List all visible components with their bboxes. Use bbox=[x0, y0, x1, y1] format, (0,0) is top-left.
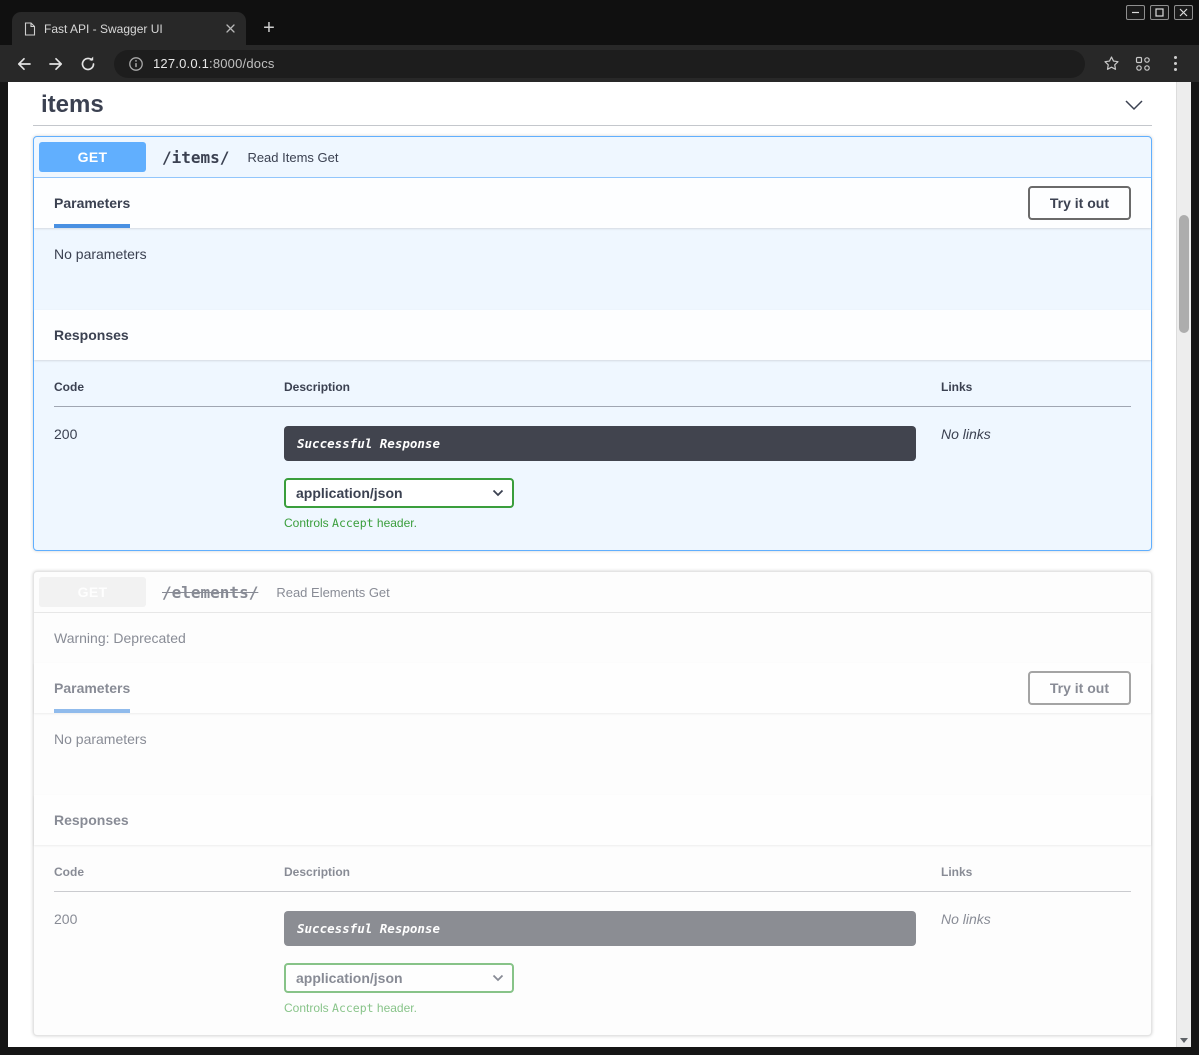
tab-groups-button[interactable] bbox=[1129, 50, 1157, 78]
tab-parameters[interactable]: Parameters bbox=[54, 178, 130, 228]
responses-title: Responses bbox=[54, 812, 129, 828]
http-method-badge: GET bbox=[39, 142, 146, 172]
column-header-code: Code bbox=[54, 380, 284, 407]
response-description: Successful Response bbox=[284, 426, 916, 461]
response-description: Successful Response bbox=[284, 911, 916, 946]
response-code: 200 bbox=[54, 407, 284, 531]
tab-groups-icon bbox=[1135, 56, 1151, 72]
operation-path: /elements/ bbox=[162, 583, 258, 602]
responses-header: Responses bbox=[34, 310, 1151, 360]
bookmark-button[interactable] bbox=[1097, 50, 1125, 78]
response-links: No links bbox=[941, 407, 1131, 531]
no-parameters-text: No parameters bbox=[34, 228, 1151, 310]
navbar: 127.0.0.1:8000/docs bbox=[0, 45, 1199, 82]
responses-body: Code Description Links 200 Successful Re… bbox=[34, 845, 1151, 1035]
column-header-description: Description bbox=[284, 380, 941, 407]
scrollbar-thumb[interactable] bbox=[1179, 215, 1189, 333]
operation-summary[interactable]: GET /elements/ Read Elements Get bbox=[34, 572, 1151, 613]
browser-menu-button[interactable] bbox=[1161, 50, 1189, 78]
scrollbar-down-button[interactable] bbox=[1177, 1033, 1191, 1047]
browser-tab[interactable]: Fast API - Swagger UI bbox=[12, 12, 246, 45]
response-row: 200 Successful Response application/json… bbox=[54, 892, 1131, 1016]
close-button[interactable] bbox=[1174, 5, 1193, 20]
column-header-links: Links bbox=[941, 380, 1131, 407]
accept-header-note: Controls Accept header. bbox=[284, 1001, 514, 1015]
opblock-get-items: GET /items/ Read Items Get Parameters Tr… bbox=[33, 136, 1152, 551]
chevron-down-icon bbox=[1122, 93, 1146, 117]
url-text: 127.0.0.1:8000/docs bbox=[153, 56, 275, 71]
back-button[interactable] bbox=[10, 50, 38, 78]
kebab-menu-icon bbox=[1170, 56, 1181, 71]
site-info-icon[interactable] bbox=[128, 56, 144, 72]
deprecated-warning: Warning: Deprecated bbox=[34, 613, 1151, 663]
responses-body: Code Description Links 200 Successful Re… bbox=[34, 360, 1151, 550]
forward-icon bbox=[47, 55, 65, 73]
address-bar[interactable]: 127.0.0.1:8000/docs bbox=[114, 50, 1085, 78]
accept-header-note: Controls Accept header. bbox=[284, 516, 514, 530]
media-type-select[interactable]: application/json bbox=[284, 478, 514, 508]
responses-header: Responses bbox=[34, 795, 1151, 845]
page-scrollbar[interactable] bbox=[1176, 82, 1191, 1047]
section-collapse-button[interactable] bbox=[1122, 93, 1146, 117]
responses-title: Responses bbox=[54, 327, 129, 343]
chevron-down-icon bbox=[492, 489, 504, 497]
no-parameters-text: No parameters bbox=[34, 713, 1151, 795]
swagger-page: items GET /items/ Read Items Get Paramet… bbox=[8, 82, 1176, 1047]
maximize-button[interactable] bbox=[1150, 5, 1169, 20]
tab-close-icon[interactable] bbox=[222, 21, 238, 37]
page-viewport: items GET /items/ Read Items Get Paramet… bbox=[8, 82, 1191, 1047]
media-type-select[interactable]: application/json bbox=[284, 963, 514, 993]
http-method-badge: GET bbox=[39, 577, 146, 607]
column-header-links: Links bbox=[941, 865, 1131, 892]
refresh-button[interactable] bbox=[74, 50, 102, 78]
response-code: 200 bbox=[54, 892, 284, 1016]
new-tab-button[interactable]: + bbox=[254, 13, 284, 43]
arrow-down-icon bbox=[1180, 1038, 1188, 1043]
try-it-out-button[interactable]: Try it out bbox=[1028, 186, 1131, 220]
tabstrip: Fast API - Swagger UI + bbox=[12, 12, 284, 45]
browser-window: Fast API - Swagger UI + bbox=[0, 0, 1199, 1055]
opblock-get-elements-deprecated: GET /elements/ Read Elements Get Warning… bbox=[33, 571, 1152, 1036]
tag-section-header[interactable]: items bbox=[33, 82, 1152, 126]
try-it-out-button[interactable]: Try it out bbox=[1028, 671, 1131, 705]
operation-path: /items/ bbox=[162, 148, 229, 167]
titlebar: Fast API - Swagger UI + bbox=[0, 0, 1199, 45]
operation-summary[interactable]: GET /items/ Read Items Get bbox=[34, 137, 1151, 178]
media-type-control: application/json Controls Accept header. bbox=[284, 963, 514, 1015]
operation-description: Read Elements Get bbox=[276, 585, 389, 600]
response-links: No links bbox=[941, 892, 1131, 1016]
section-title: items bbox=[41, 91, 104, 119]
back-icon bbox=[15, 55, 33, 73]
tab-title: Fast API - Swagger UI bbox=[44, 22, 214, 36]
window-controls bbox=[1126, 5, 1193, 20]
operation-description: Read Items Get bbox=[247, 150, 338, 165]
media-type-control: application/json Controls Accept header. bbox=[284, 478, 514, 530]
chevron-down-icon bbox=[492, 974, 504, 982]
document-icon bbox=[24, 22, 36, 36]
refresh-icon bbox=[79, 55, 97, 73]
parameters-header: Parameters Try it out bbox=[34, 178, 1151, 228]
column-header-code: Code bbox=[54, 865, 284, 892]
star-icon bbox=[1103, 55, 1120, 72]
forward-button[interactable] bbox=[42, 50, 70, 78]
response-row: 200 Successful Response application/json… bbox=[54, 407, 1131, 531]
minimize-button[interactable] bbox=[1126, 5, 1145, 20]
tab-parameters[interactable]: Parameters bbox=[54, 663, 130, 713]
parameters-header: Parameters Try it out bbox=[34, 663, 1151, 713]
column-header-description: Description bbox=[284, 865, 941, 892]
